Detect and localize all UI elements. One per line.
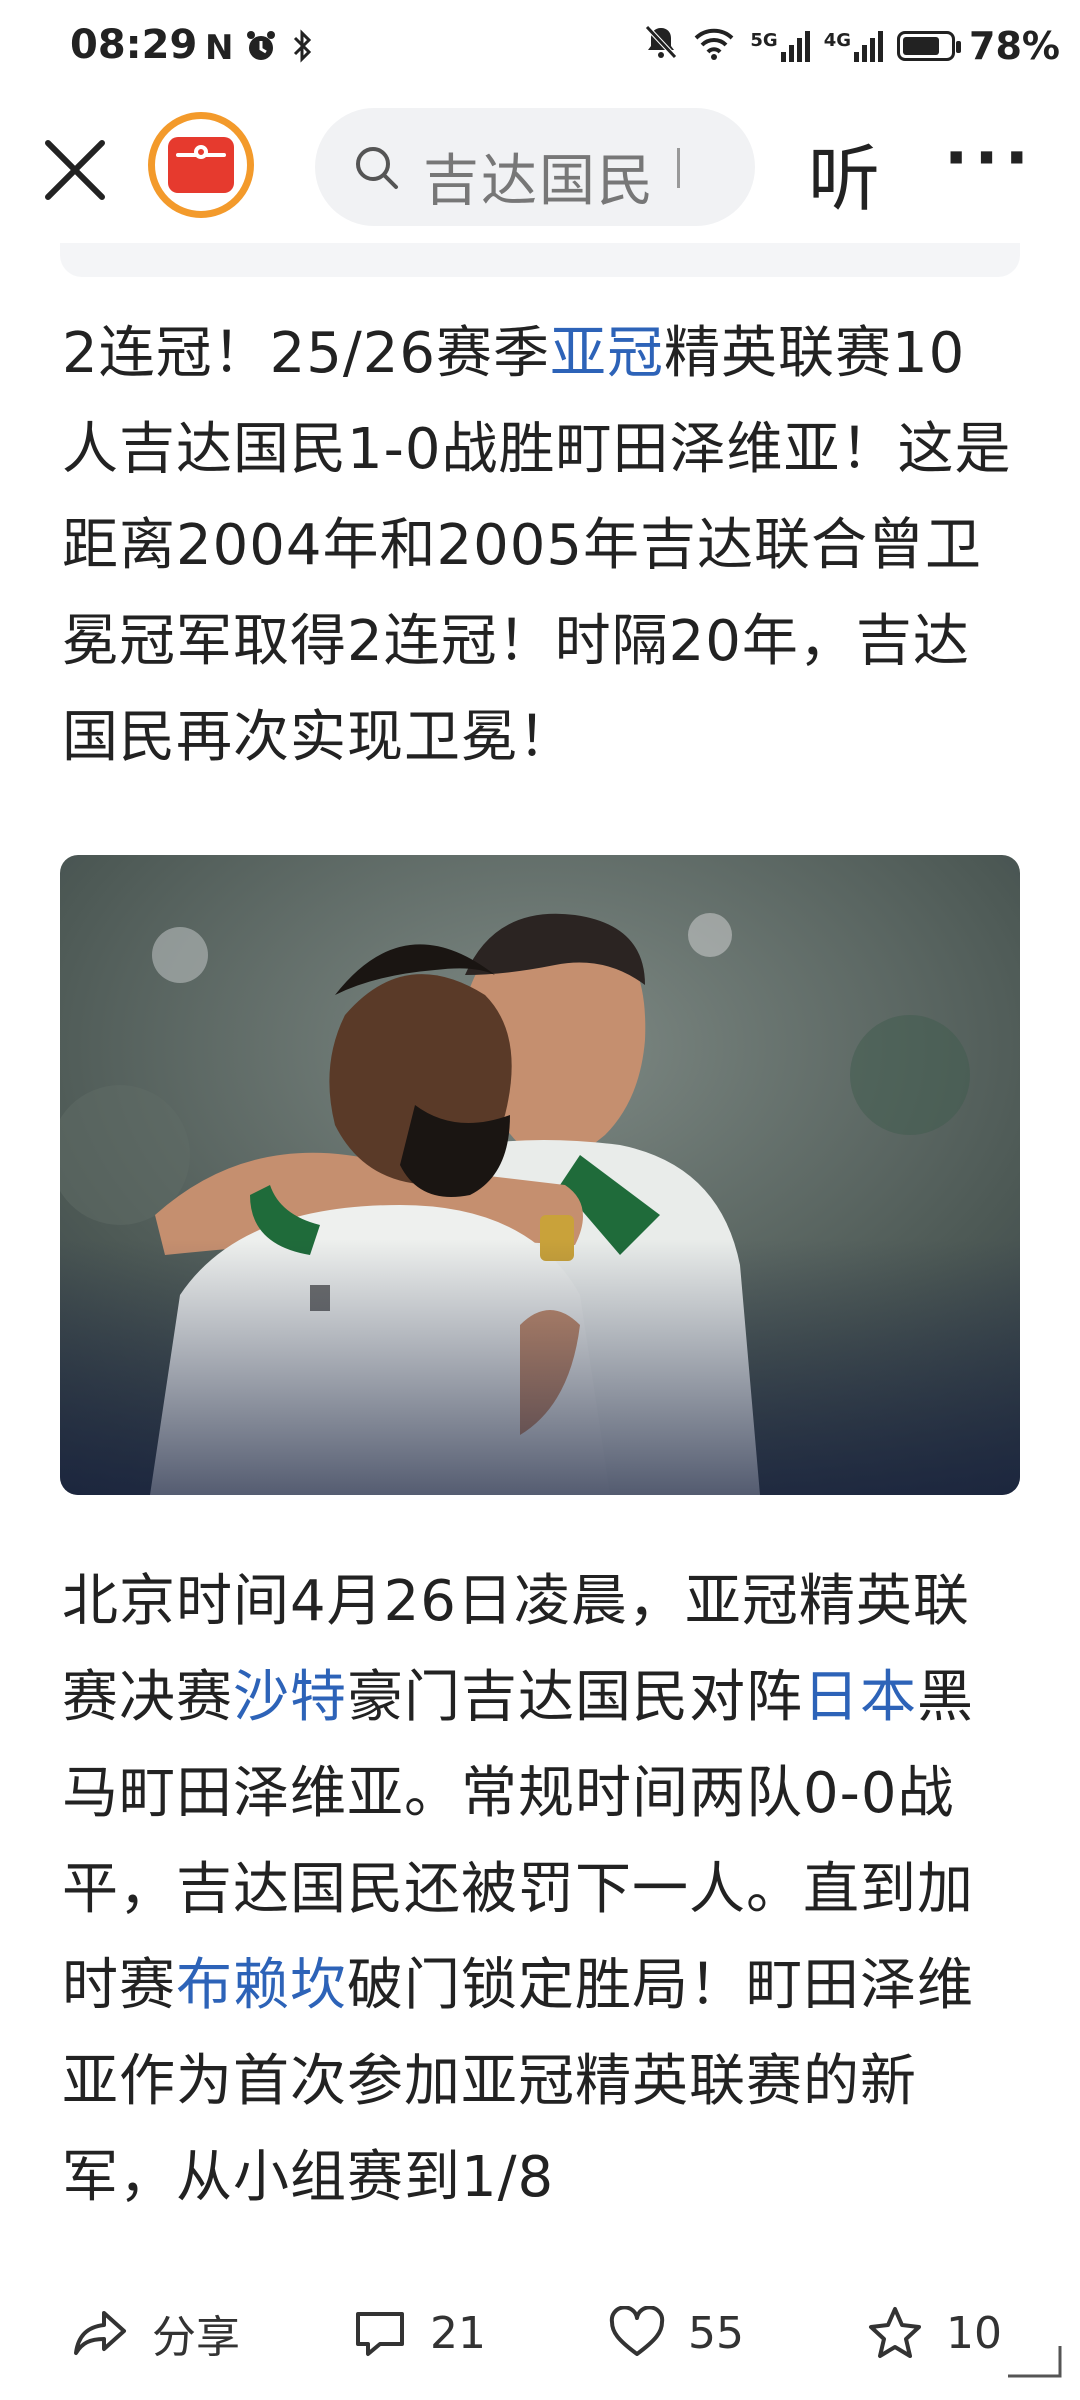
topic-link-bulaikan[interactable]: 布赖坎 [176, 1953, 347, 2018]
search-caret [677, 148, 680, 188]
close-icon [45, 140, 105, 200]
signal-5g-icon: 5G [750, 30, 810, 62]
red-packet-icon [168, 137, 234, 193]
football-players-photo [60, 855, 1020, 1495]
comment-button[interactable]: 21 [352, 2298, 486, 2368]
search-bar[interactable]: 吉达国民 [315, 108, 755, 226]
listen-button[interactable]: 听 [808, 120, 880, 225]
battery-fill [903, 37, 940, 55]
bell-muted-icon [644, 24, 678, 68]
corner-indicator-icon [1008, 2346, 1062, 2378]
favorite-button[interactable]: 10 [866, 2298, 1002, 2368]
star-icon [869, 2307, 921, 2358]
close-button[interactable] [40, 135, 110, 205]
status-right-icons: 5G 4G 78% [644, 24, 1060, 68]
comment-count: 21 [430, 2307, 486, 2359]
favorite-count: 10 [946, 2307, 1002, 2359]
like-button[interactable]: 55 [608, 2298, 744, 2368]
article-photo[interactable] [60, 855, 1020, 1495]
bottom-action-bar: 分享 21 55 10 [0, 2270, 1080, 2400]
heart-icon [609, 2306, 665, 2356]
para2-seg: 豪门吉达国民对阵 [347, 1665, 803, 1730]
previous-card-edge [60, 243, 1020, 277]
signal-4g-label: 4G [823, 30, 852, 51]
n-icon: N [205, 28, 234, 68]
para1-seg: 精英联赛10人吉达国民1-0战胜町田泽维亚！这是距离2004年和2005年吉达联… [62, 321, 1012, 770]
status-left-icons: N [205, 28, 317, 73]
like-count: 55 [688, 2307, 744, 2359]
article-paragraph-1: 2连冠！25/26赛季亚冠精英联赛10人吉达国民1-0战胜町田泽维亚！这是距离2… [62, 306, 1022, 786]
more-button[interactable]: ··· [944, 122, 1035, 196]
battery-percent: 78% [969, 24, 1060, 68]
wifi-icon [692, 24, 736, 68]
battery-icon [897, 31, 962, 61]
topic-link-shate[interactable]: 沙特 [233, 1665, 347, 1730]
topic-link-riben[interactable]: 日本 [803, 1665, 917, 1730]
top-nav: 吉达国民 听 ··· [0, 100, 1080, 240]
status-time: 08:29 [70, 22, 198, 68]
article-paragraph-2: 北京时间4月26日凌晨，亚冠精英联赛决赛沙特豪门吉达国民对阵日本黑马町田泽维亚。… [62, 1554, 1022, 2226]
status-bar: 08:29 N 5G 4G 78% [0, 0, 1080, 100]
search-query: 吉达国民 [423, 149, 655, 214]
topic-link-yaguan[interactable]: 亚冠 [550, 321, 664, 386]
comment-icon [356, 2312, 404, 2356]
share-button[interactable]: 分享 [72, 2298, 240, 2368]
share-icon [74, 2311, 126, 2355]
signal-5g-label: 5G [750, 30, 778, 51]
para1-seg: 2连冠！25/26赛季 [62, 321, 551, 386]
bluetooth-icon [289, 28, 317, 73]
app-logo[interactable] [148, 112, 254, 218]
share-label: 分享 [152, 2312, 240, 2363]
alarm-icon [243, 28, 279, 73]
search-icon [356, 147, 398, 189]
signal-4g-icon: 4G [823, 30, 884, 62]
